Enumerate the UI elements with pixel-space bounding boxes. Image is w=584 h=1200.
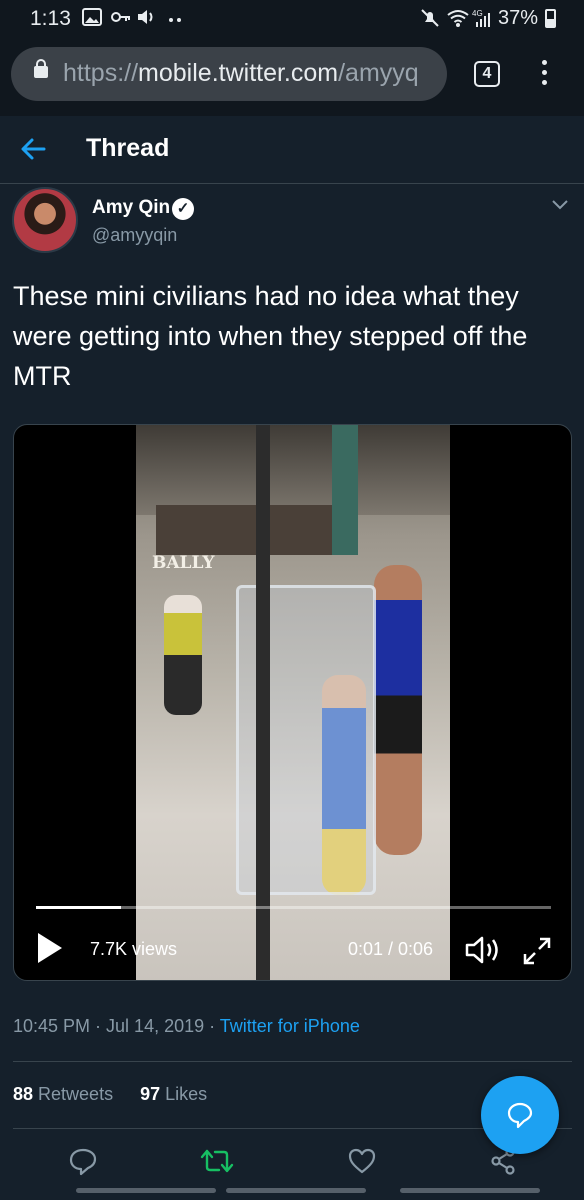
reply-icon[interactable]	[68, 1146, 98, 1176]
likes-label: Likes	[160, 1084, 208, 1104]
more-status-icon	[168, 8, 182, 31]
status-bar: 1:13 4G 37%	[0, 0, 584, 36]
status-time: 1:13	[30, 7, 71, 30]
verified-icon: ✓	[172, 198, 194, 220]
url-path: /amyyq	[338, 59, 419, 87]
expand-icon[interactable]	[521, 935, 553, 967]
divider	[13, 1061, 572, 1062]
store-sign: BALLY	[152, 553, 215, 573]
likes-count: 97	[140, 1084, 161, 1104]
retweet-icon[interactable]	[200, 1146, 234, 1176]
tweet-timestamp: 10:45 PM · Jul 14, 2019 · Twitter for iP…	[13, 1016, 360, 1037]
retweets-label: Retweets	[33, 1084, 114, 1104]
network-type-label: 4G	[472, 9, 483, 18]
view-count: 7.7K views	[90, 939, 178, 959]
browser-menu-icon[interactable]	[534, 58, 554, 90]
compose-icon	[506, 1101, 534, 1129]
gallery-icon	[82, 8, 102, 31]
nav-home[interactable]	[226, 1188, 366, 1193]
play-icon[interactable]	[38, 933, 62, 963]
battery-icon	[545, 9, 556, 28]
tweet-date: 10:45 PM · Jul 14, 2019 ·	[13, 1016, 220, 1036]
browser-toolbar: https://mobile.twitter.com/amyyq 4	[0, 36, 584, 116]
retweets-count: 88	[13, 1084, 34, 1104]
engagement-counts: 88 Retweets 97 Likes	[13, 1084, 207, 1105]
likes-stat[interactable]: 97 Likes	[140, 1084, 207, 1104]
volume-icon[interactable]	[464, 933, 504, 967]
battery-percent: 37%	[498, 7, 539, 29]
video-time: 0:01 / 0:06	[348, 939, 434, 959]
author-name[interactable]: Amy Qin	[92, 197, 170, 219]
back-arrow-icon[interactable]	[18, 134, 48, 164]
system-nav-bar	[0, 1184, 584, 1200]
url-protocol: https://	[63, 59, 139, 87]
tweet-source-link[interactable]: Twitter for iPhone	[220, 1016, 360, 1036]
nav-recents[interactable]	[76, 1188, 216, 1193]
like-icon[interactable]	[347, 1146, 377, 1176]
url-host: mobile.twitter.com	[138, 59, 339, 87]
author-handle[interactable]: @amyyqin	[92, 225, 177, 246]
key-icon	[110, 8, 132, 31]
mute-icon	[420, 8, 440, 33]
video-player[interactable]: BALLY 7.7K views 0:01 / 0:06	[13, 424, 572, 981]
page-title: Thread	[86, 134, 170, 162]
tweet-text: These mini civilians had no idea what th…	[13, 281, 528, 391]
url-text[interactable]: https://mobile.twitter.com/amyyq	[63, 59, 419, 88]
retweets-stat[interactable]: 88 Retweets	[13, 1084, 113, 1104]
signal-icon: 4G	[472, 8, 494, 33]
volume-status-icon	[136, 8, 156, 31]
wifi-icon	[446, 8, 470, 33]
thread-header: Thread	[0, 116, 584, 184]
video-progress-bar[interactable]	[36, 906, 551, 909]
video-progress-fill	[36, 906, 122, 909]
tab-switcher-button[interactable]: 4	[474, 61, 500, 87]
compose-button[interactable]	[481, 1076, 559, 1154]
chevron-down-icon[interactable]	[551, 198, 569, 212]
lock-icon	[34, 59, 48, 78]
url-bar[interactable]: https://mobile.twitter.com/amyyq	[11, 47, 447, 101]
avatar[interactable]	[12, 187, 78, 253]
video-frame: BALLY	[136, 425, 450, 980]
nav-back[interactable]	[400, 1188, 540, 1193]
